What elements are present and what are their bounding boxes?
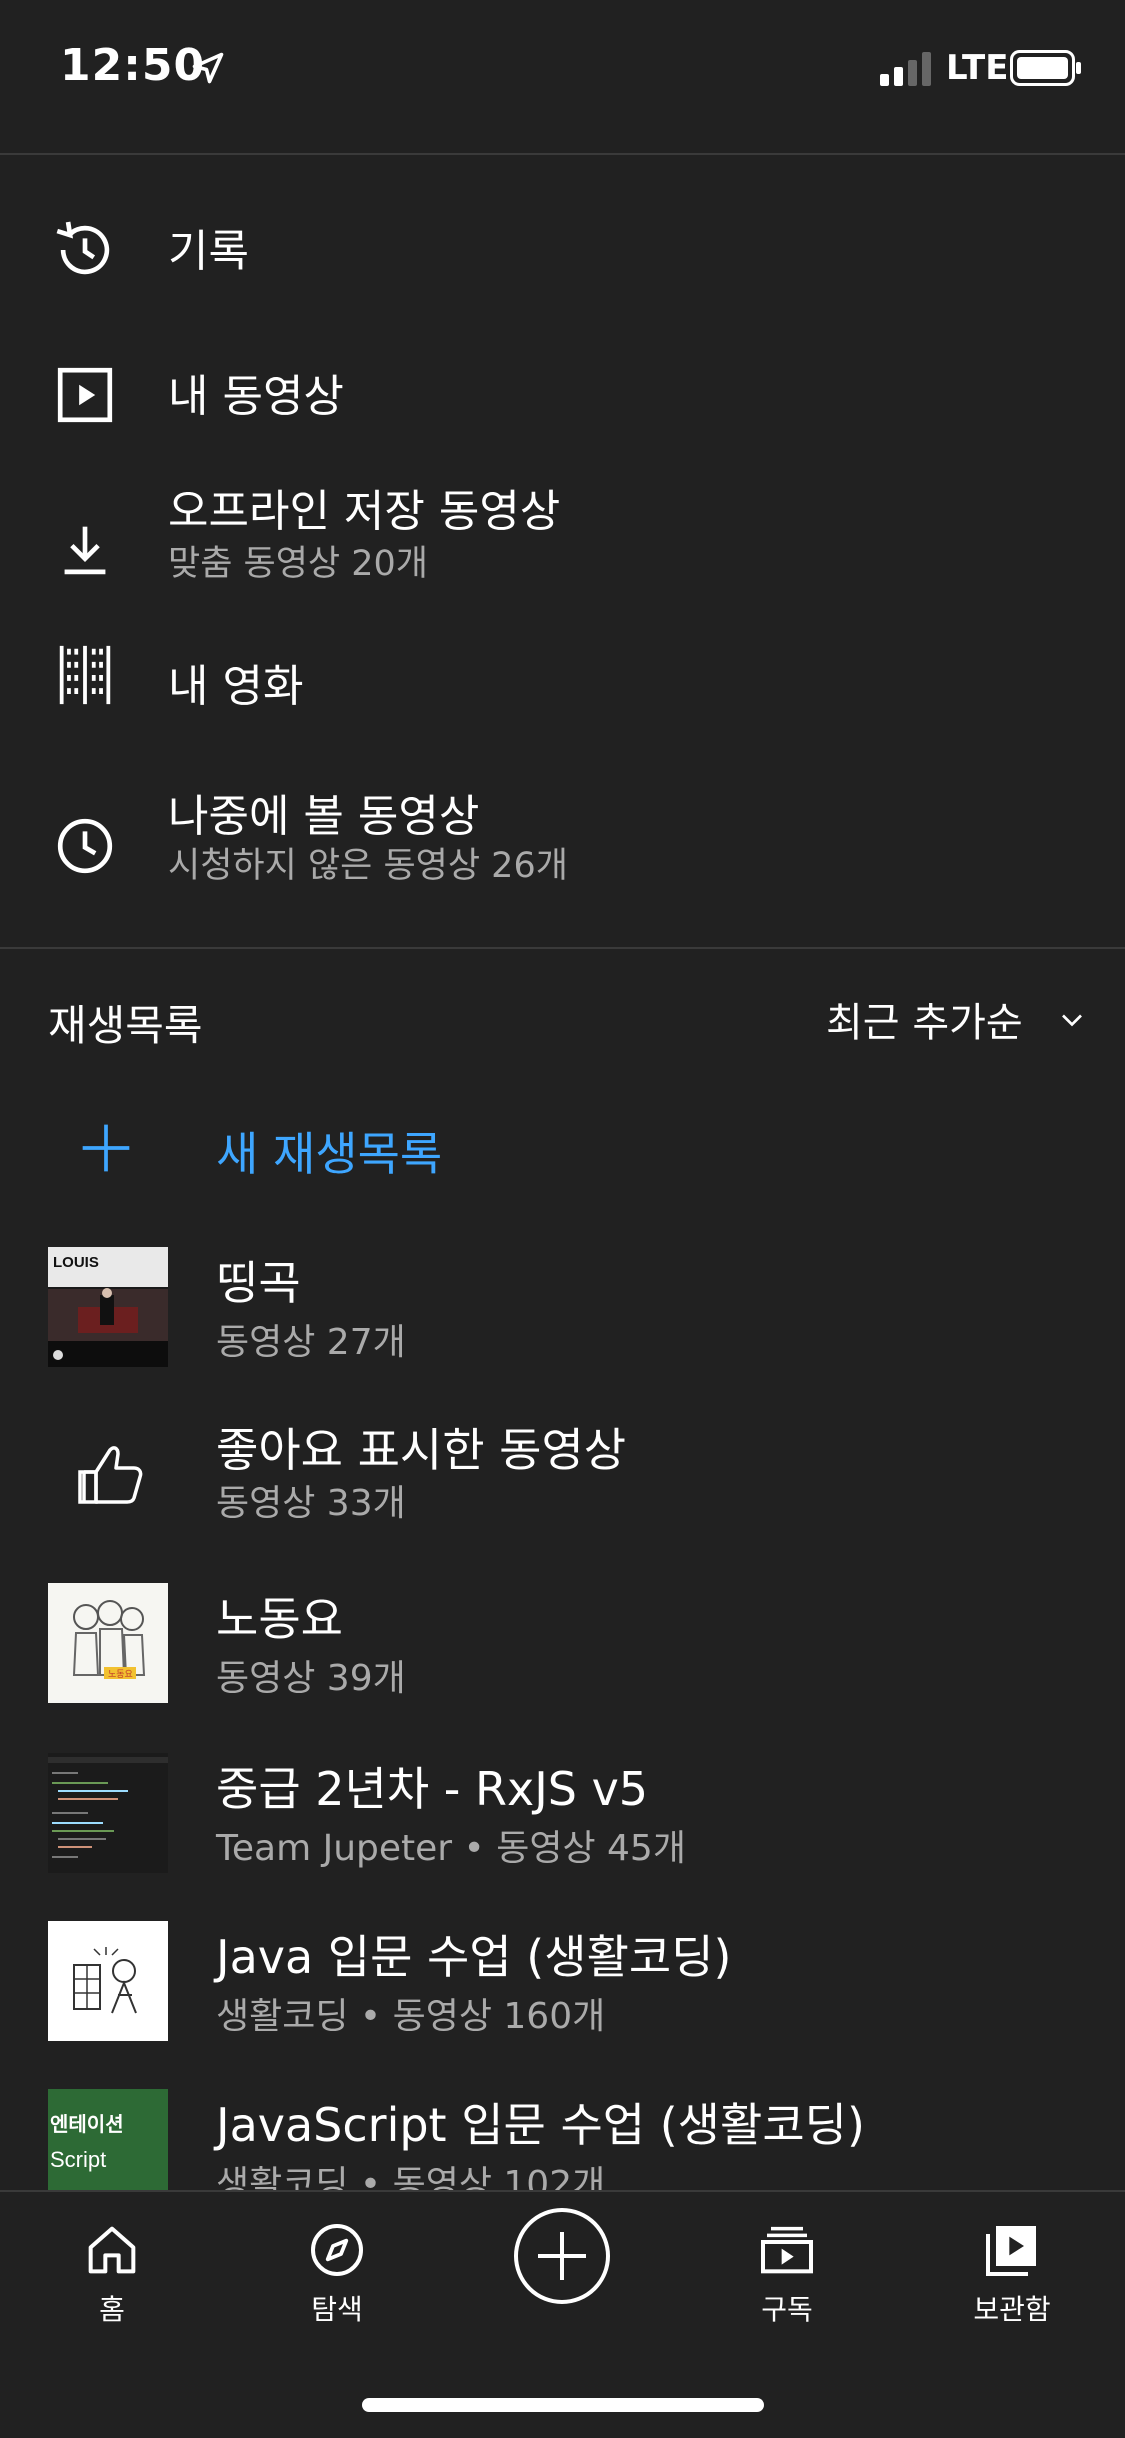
nav-explore-label: 탐색 xyxy=(311,2293,363,2326)
playlist-title: 띵곡 xyxy=(216,1256,301,1310)
playlists-section-title: 재생목록 xyxy=(48,1001,203,1050)
nav-create[interactable] xyxy=(482,2192,642,2352)
cellular-signal-icon xyxy=(880,52,931,86)
nav-library-label: 보관함 xyxy=(973,2293,1051,2326)
download-icon xyxy=(64,526,106,575)
plus-icon xyxy=(82,1124,130,1172)
playlist-subtitle: 동영상 27개 xyxy=(216,1322,406,1363)
menu-item-label: 기록 xyxy=(168,226,249,277)
playlist-title: JavaScript 입문 수업 (생활코딩) xyxy=(216,2098,865,2152)
new-playlist-button[interactable]: 새 재생목록 xyxy=(0,1100,1125,1200)
nav-library[interactable]: 보관함 xyxy=(932,2192,1092,2352)
illustration-thumb: 노동요 xyxy=(48,1583,168,1703)
playlist-subtitle: 동영상 39개 xyxy=(216,1658,406,1699)
sketch-thumb xyxy=(48,1921,168,2041)
thumb-text: 엔테이션 xyxy=(50,2112,124,2136)
new-playlist-label: 새 재생목록 xyxy=(216,1127,443,1181)
section-divider xyxy=(0,947,1125,949)
compass-icon xyxy=(311,2224,363,2276)
menu-item-my-movies[interactable]: 내 영화 xyxy=(0,640,1125,770)
home-icon xyxy=(88,2226,136,2274)
playlist-title: 노동요 xyxy=(216,1592,343,1646)
subscriptions-icon xyxy=(761,2226,813,2274)
nav-explore[interactable]: 탐색 xyxy=(257,2192,417,2352)
nav-subscriptions-label: 구독 xyxy=(761,2293,813,2326)
svg-text:LOUIS: LOUIS xyxy=(53,1254,99,1271)
playlist-item[interactable]: 노동요 노동요 동영상 39개 xyxy=(0,1583,1125,1733)
menu-item-history[interactable]: 기록 xyxy=(0,185,1125,315)
playlist-item[interactable]: LOUIS 띵곡 동영상 27개 xyxy=(0,1247,1125,1397)
thumb-text: Script xyxy=(50,2147,106,2172)
playlist-subtitle: 생활코딩 • 동영상 160개 xyxy=(216,1996,606,2037)
nav-subscriptions[interactable]: 구독 xyxy=(707,2192,867,2352)
playlist-item[interactable]: 중급 2년차 - RxJS v5 Team Jupeter • 동영상 45개 xyxy=(0,1753,1125,1903)
menu-item-my-videos[interactable]: 내 동영상 xyxy=(0,330,1125,460)
playlist-title: 좋아요 표시한 동영상 xyxy=(216,1423,627,1477)
playlist-item-liked[interactable]: 좋아요 표시한 동영상 동영상 33개 xyxy=(0,1414,1125,1564)
playlist-title: Java 입문 수업 (생활코딩) xyxy=(216,1930,732,1984)
music-album-thumb: LOUIS xyxy=(48,1247,168,1367)
menu-item-sublabel: 맞춤 동영상 20개 xyxy=(168,544,428,584)
playlist-item[interactable]: Java 입문 수업 (생활코딩) 생활코딩 • 동영상 160개 xyxy=(0,1921,1125,2071)
clock-icon xyxy=(57,818,113,874)
home-indicator[interactable] xyxy=(362,2398,764,2412)
nav-home-label: 홈 xyxy=(99,2293,125,2326)
menu-item-offline-videos[interactable]: 오프라인 저장 동영상 맞춤 동영상 20개 xyxy=(0,475,1125,605)
history-icon xyxy=(56,221,110,275)
code-thumb xyxy=(48,1753,168,1873)
menu-item-label: 내 동영상 xyxy=(168,371,344,422)
menu-item-sublabel: 시청하지 않은 동영상 26개 xyxy=(168,846,568,886)
menu-item-label: 내 영화 xyxy=(168,661,304,712)
status-bar: 12:50 LTE xyxy=(0,0,1125,150)
battery-icon xyxy=(1010,50,1081,86)
menu-item-label: 오프라인 저장 동영상 xyxy=(168,486,561,537)
playlist-subtitle: 동영상 33개 xyxy=(216,1483,406,1524)
chevron-down-icon[interactable] xyxy=(1054,1002,1090,1038)
network-type: LTE xyxy=(946,48,1009,88)
svg-text:노동요: 노동요 xyxy=(108,1669,133,1680)
create-plus-icon xyxy=(514,2208,610,2304)
menu-item-label: 나중에 볼 동영상 xyxy=(168,791,480,842)
top-divider xyxy=(0,153,1125,155)
play-square-icon xyxy=(57,367,113,423)
playlist-title: 중급 2년차 - RxJS v5 xyxy=(216,1762,649,1816)
film-strip-icon xyxy=(59,645,111,705)
sort-dropdown[interactable]: 최근 추가순 xyxy=(826,990,1023,1048)
library-icon xyxy=(986,2226,1036,2276)
nav-home[interactable]: 홈 xyxy=(32,2192,192,2352)
thumbs-up-icon xyxy=(78,1446,143,1504)
status-time: 12:50 xyxy=(60,40,206,91)
playlist-subtitle: Team Jupeter • 동영상 45개 xyxy=(216,1828,686,1869)
menu-item-watch-later[interactable]: 나중에 볼 동영상 시청하지 않은 동영상 26개 xyxy=(0,775,1125,905)
location-arrow-icon xyxy=(192,52,224,84)
